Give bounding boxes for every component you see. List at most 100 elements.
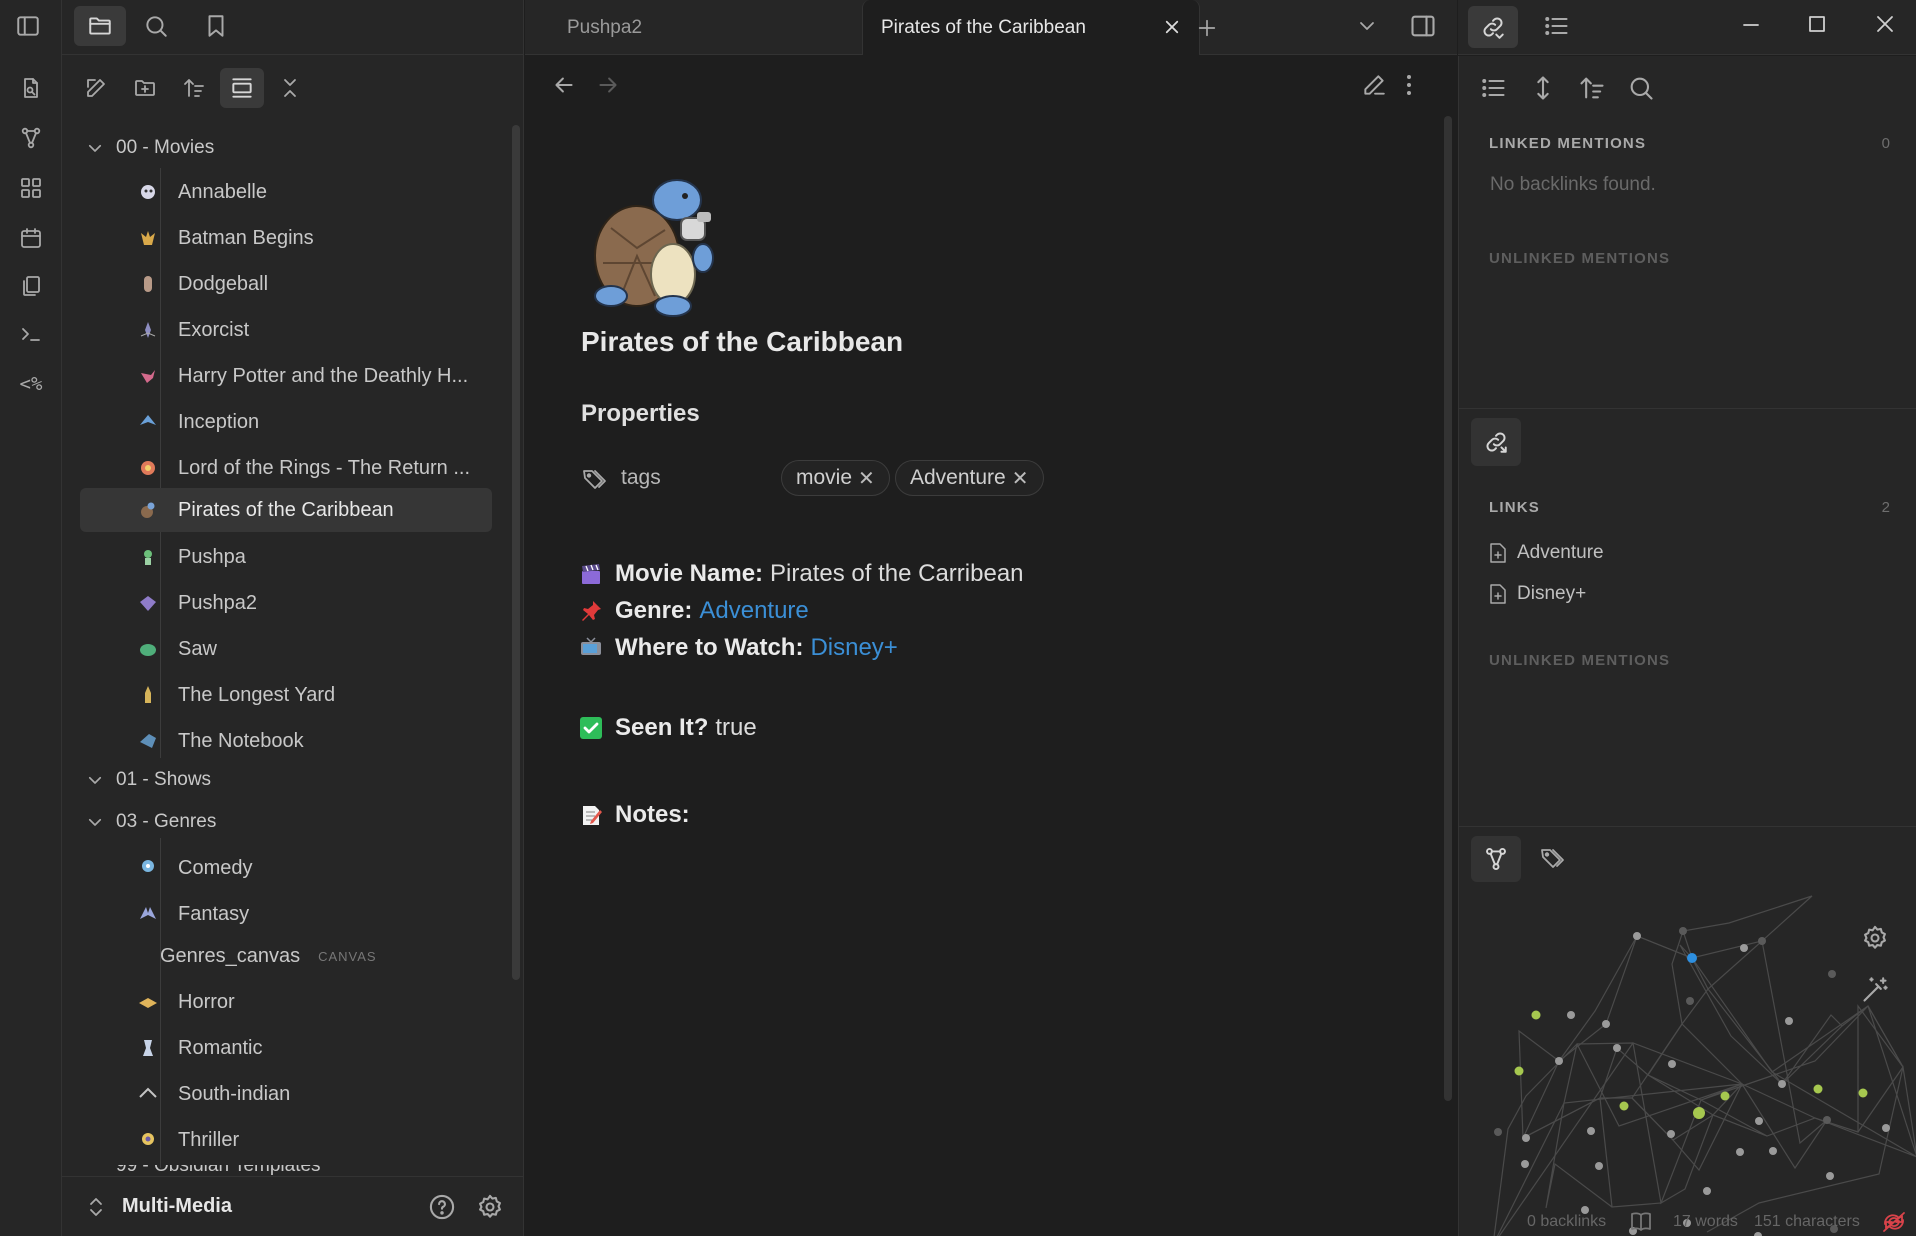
file-exorcist[interactable]: Exorcist — [80, 308, 492, 352]
outgoing-unlinked-mentions-title[interactable]: UNLINKED MENTIONS — [1489, 652, 1670, 669]
window-maximize-button[interactable] — [1806, 13, 1828, 35]
navigate-back-arrow-icon[interactable] — [551, 72, 577, 98]
settings-gear-icon[interactable] — [476, 1193, 504, 1221]
graph-settings-gear-icon[interactable] — [1861, 924, 1889, 952]
file-south-indian[interactable]: South-indian — [80, 1072, 492, 1116]
local-graph-canvas[interactable] — [1459, 876, 1916, 1236]
file-the-longest-yard[interactable]: The Longest Yard — [80, 673, 492, 717]
templater-label: <% — [19, 373, 43, 395]
unlinked-mentions-title[interactable]: UNLINKED MENTIONS — [1489, 250, 1670, 267]
new-note-icon[interactable] — [74, 68, 118, 108]
file-batman-begins[interactable]: Batman Begins — [80, 216, 492, 260]
edit-mode-pencil-icon[interactable] — [1361, 72, 1387, 98]
links-title[interactable]: LINKS — [1489, 499, 1540, 516]
tag-remove-close-icon[interactable]: ✕ — [1012, 466, 1029, 491]
note-banner-image — [581, 168, 731, 318]
tab-pushpa2[interactable]: Pushpa2 — [525, 0, 861, 55]
collapse-all-icon[interactable] — [268, 68, 312, 108]
templates-icon[interactable] — [13, 268, 49, 304]
tag-remove-close-icon[interactable]: ✕ — [858, 466, 875, 491]
canvas-icon[interactable] — [13, 170, 49, 206]
file-pushpa2[interactable]: Pushpa2 — [80, 581, 492, 625]
sidebar-toggle-icon[interactable] — [8, 6, 48, 46]
file-genres-canvas[interactable]: Genres_canvas CANVAS — [80, 934, 492, 978]
file-annabelle[interactable]: Annabelle — [80, 170, 492, 214]
file-pirates-of-the-caribbean[interactable]: Pirates of the Caribbean — [80, 488, 492, 532]
show-more-context-icon[interactable] — [1529, 74, 1557, 102]
sort-order-icon[interactable] — [1578, 74, 1606, 102]
vault-name[interactable]: Multi-Media — [122, 1195, 232, 1218]
help-icon[interactable] — [428, 1193, 456, 1221]
outline-tab-list-icon[interactable] — [1542, 12, 1570, 40]
status-backlinks-count[interactable]: 0 backlinks — [1527, 1213, 1606, 1231]
command-palette-icon[interactable] — [13, 316, 49, 352]
files-tab-folder-icon[interactable] — [74, 6, 126, 46]
file-lord-of-the-rings[interactable]: Lord of the Rings - The Return ... — [80, 446, 492, 490]
bookmarks-tab-icon[interactable] — [194, 6, 238, 46]
genre-link[interactable]: Adventure — [699, 597, 808, 625]
reading-mode-book-icon[interactable] — [1629, 1211, 1653, 1233]
file-fantasy[interactable]: Fantasy — [80, 892, 492, 936]
linked-mentions-title[interactable]: LINKED MENTIONS — [1489, 135, 1646, 152]
navigate-forward-arrow-icon[interactable] — [595, 72, 621, 98]
templater-icon[interactable]: <% — [13, 366, 49, 402]
new-folder-icon[interactable] — [123, 68, 167, 108]
toggle-right-sidebar-icon[interactable] — [1409, 12, 1437, 40]
pokemon-sprite-icon — [136, 498, 160, 522]
notes-line: Notes: — [577, 798, 697, 832]
outgoing-link-adventure[interactable]: Adventure — [1489, 542, 1604, 564]
window-close-button[interactable] — [1874, 13, 1896, 35]
vault-switch-icon[interactable] — [86, 1195, 106, 1219]
canvas-tag: CANVAS — [318, 948, 377, 964]
file-the-notebook[interactable]: The Notebook — [80, 719, 492, 763]
search-tab-icon[interactable] — [134, 6, 178, 46]
file-dodgeball[interactable]: Dodgeball — [80, 262, 492, 306]
tag-pill-movie[interactable]: movie ✕ — [781, 460, 890, 496]
file-pushpa[interactable]: Pushpa — [80, 535, 492, 579]
backlinks-tab-link-icon[interactable] — [1468, 6, 1518, 48]
tag-pill-adventure[interactable]: Adventure ✕ — [895, 460, 1044, 496]
folder-genres[interactable]: 03 - Genres — [86, 807, 216, 837]
outgoing-links-tab-icon[interactable] — [1471, 418, 1521, 466]
seen-it-value: true — [715, 714, 757, 741]
folder-label: 00 - Movies — [116, 137, 215, 158]
file-horror[interactable]: Horror — [80, 980, 492, 1024]
pokemon-sprite-icon — [136, 1128, 160, 1152]
daily-note-icon[interactable] — [13, 220, 49, 256]
sync-status-error-icon[interactable] — [1881, 1210, 1907, 1234]
pokemon-sprite-icon — [136, 591, 160, 615]
graph-view-icon[interactable] — [13, 120, 49, 156]
sidebar-scrollbar[interactable] — [512, 125, 520, 980]
properties-heading[interactable]: Properties — [581, 400, 700, 428]
note-title[interactable]: Pirates of the Caribbean — [581, 326, 903, 358]
collapse-results-list-icon[interactable] — [1479, 74, 1507, 102]
window-minimize-button[interactable] — [1740, 10, 1762, 40]
search-filter-icon[interactable] — [1627, 74, 1655, 102]
outgoing-link-disney-plus[interactable]: Disney+ — [1489, 583, 1586, 605]
sort-order-icon[interactable] — [172, 68, 216, 108]
file-label: Dodgeball — [178, 272, 269, 295]
tab-pirates-of-the-caribbean[interactable]: Pirates of the Caribbean — [862, 0, 1200, 55]
where-to-watch-link[interactable]: Disney+ — [810, 634, 897, 662]
file-label: Saw — [178, 637, 217, 660]
folder-movies[interactable]: 00 - Movies — [86, 133, 214, 163]
folder-shows[interactable]: 01 - Shows — [86, 765, 211, 795]
animate-graph-wand-icon[interactable] — [1861, 976, 1889, 1004]
file-harry-potter[interactable]: Harry Potter and the Deathly H... — [80, 354, 492, 398]
tab-close-icon[interactable] — [1159, 14, 1185, 40]
editor-scrollbar[interactable] — [1444, 116, 1452, 1101]
more-options-icon[interactable] — [1404, 72, 1414, 98]
open-quick-switcher-icon[interactable] — [13, 70, 49, 106]
file-saw[interactable]: Saw — [80, 627, 492, 671]
file-comedy[interactable]: Comedy — [80, 846, 492, 890]
property-key[interactable]: tags — [621, 466, 661, 490]
pokemon-sprite-icon — [136, 180, 160, 204]
file-thriller[interactable]: Thriller — [80, 1118, 492, 1162]
tab-list-chevron-down-icon[interactable] — [1355, 14, 1379, 38]
file-inception[interactable]: Inception — [80, 400, 492, 444]
new-tab-plus-icon[interactable] — [1191, 12, 1223, 44]
tags-view-icon[interactable] — [1539, 844, 1567, 872]
auto-reveal-file-icon[interactable] — [220, 68, 264, 108]
right-sidebar: LINKED MENTIONS 0 No backlinks found. UN… — [1458, 56, 1916, 1236]
file-romantic[interactable]: Romantic — [80, 1026, 492, 1070]
